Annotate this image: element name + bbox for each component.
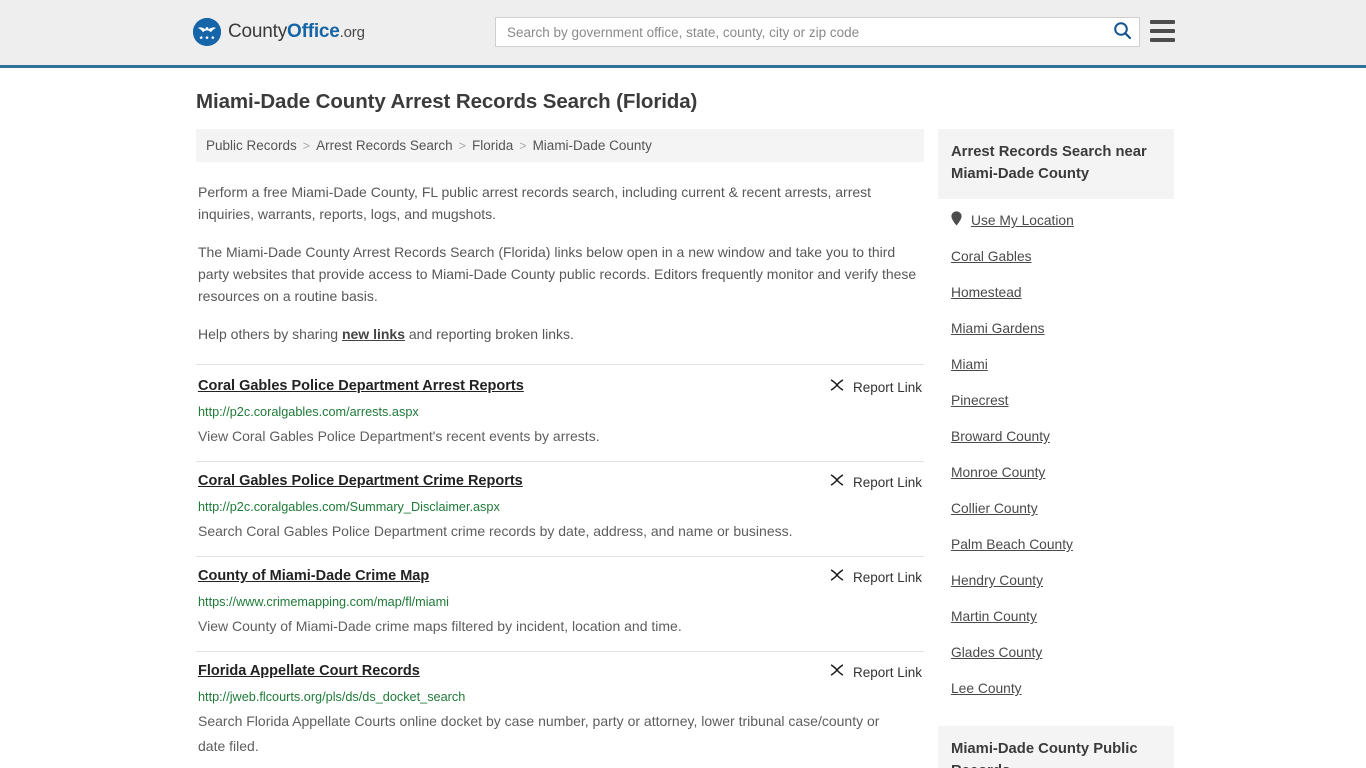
brand-part-org: .org — [339, 24, 365, 41]
sidebar-link-monroe-county[interactable]: Monroe County — [951, 463, 1045, 483]
map-pin-icon — [951, 211, 962, 231]
search-bar[interactable] — [495, 17, 1140, 47]
breadcrumb-item-florida[interactable]: Florida — [472, 138, 513, 153]
result-title-link[interactable]: Coral Gables Police Department Crime Rep… — [198, 471, 523, 491]
intro-section: Perform a free Miami-Dade County, FL pub… — [196, 181, 924, 345]
sidebar-link-collier-county[interactable]: Collier County — [951, 499, 1038, 519]
result-item: Florida Appellate Court Records Report L… — [196, 652, 924, 768]
hamburger-bar-1 — [1150, 20, 1175, 24]
breadcrumb-separator: > — [458, 138, 466, 153]
sidebar-link-glades-county[interactable]: Glades County — [951, 643, 1042, 663]
breadcrumb-separator: > — [519, 138, 527, 153]
site-logo-text: CountyOffice.org — [228, 21, 365, 43]
broken-link-icon — [829, 472, 845, 493]
intro-paragraph-1: Perform a free Miami-Dade County, FL pub… — [198, 184, 872, 222]
sidebar-link-row[interactable]: Miami Gardens — [951, 311, 1161, 347]
result-item: County of Miami-Dade Crime Map Report Li… — [196, 557, 924, 652]
search-button[interactable] — [1105, 18, 1139, 46]
sidebar-link-row[interactable]: Lee County — [951, 671, 1161, 707]
sidebar-link-miami-gardens[interactable]: Miami Gardens — [951, 319, 1045, 339]
site-header: CountyOffice.org — [0, 0, 1366, 68]
sidebar-link-row[interactable]: Collier County — [951, 491, 1161, 527]
sidebar-link-row[interactable]: Glades County — [951, 635, 1161, 671]
hamburger-menu-icon[interactable] — [1150, 20, 1175, 42]
sidebar-link-homestead[interactable]: Homestead — [951, 283, 1022, 303]
sidebar-link-row[interactable]: Hendry County — [951, 563, 1161, 599]
result-description: View Coral Gables Police Department's re… — [198, 428, 600, 444]
result-url[interactable]: http://p2c.coralgables.com/Summary_Discl… — [198, 499, 922, 516]
intro-p3-after: and reporting broken links. — [405, 326, 574, 342]
results-list: Coral Gables Police Department Arrest Re… — [196, 364, 924, 768]
page-title: Miami-Dade County Arrest Records Search … — [196, 90, 698, 113]
sidebar-link-lee-county[interactable]: Lee County — [951, 679, 1022, 699]
result-url[interactable]: https://www.crimemapping.com/map/fl/miam… — [198, 594, 922, 611]
result-description: Search Florida Appellate Courts online d… — [198, 713, 880, 754]
site-logo-link[interactable]: CountyOffice.org — [193, 18, 365, 46]
result-url[interactable]: http://p2c.coralgables.com/arrests.aspx — [198, 404, 922, 421]
result-item: Coral Gables Police Department Arrest Re… — [196, 364, 924, 462]
sidebar-nearby-heading: Arrest Records Search near Miami-Dade Co… — [938, 129, 1174, 199]
broken-link-icon — [829, 662, 845, 683]
sidebar-link-coral-gables[interactable]: Coral Gables — [951, 247, 1032, 267]
breadcrumb: Public Records > Arrest Records Search >… — [196, 129, 924, 162]
intro-paragraph-2: The Miami-Dade County Arrest Records Sea… — [198, 244, 917, 304]
result-url[interactable]: http://jweb.flcourts.org/pls/ds/ds_docke… — [198, 689, 922, 706]
sidebar-link-hendry-county[interactable]: Hendry County — [951, 571, 1043, 591]
main-content-column: Public Records > Arrest Records Search >… — [196, 129, 924, 768]
report-link-label: Report Link — [852, 570, 922, 585]
intro-p3-before: Help others by sharing — [198, 326, 342, 342]
sidebar-link-row[interactable]: Martin County — [951, 599, 1161, 635]
sidebar-link-row[interactable]: Palm Beach County — [951, 527, 1161, 563]
report-link-button[interactable]: Report Link — [829, 472, 922, 493]
sidebar-link-palm-beach-county[interactable]: Palm Beach County — [951, 535, 1073, 555]
breadcrumb-item-public-records[interactable]: Public Records — [206, 138, 297, 153]
sidebar-link-row[interactable]: Monroe County — [951, 455, 1161, 491]
sidebar-link-use-my-location[interactable]: Use My Location — [971, 211, 1074, 231]
report-link-button[interactable]: Report Link — [829, 567, 922, 588]
brand-part-county: County — [228, 21, 288, 42]
broken-link-icon — [829, 377, 845, 398]
result-item: Coral Gables Police Department Crime Rep… — [196, 462, 924, 557]
brand-part-office: Office — [287, 21, 340, 42]
sidebar-link-miami[interactable]: Miami — [951, 355, 988, 375]
report-link-button[interactable]: Report Link — [829, 377, 922, 398]
result-description: Search Coral Gables Police Department cr… — [198, 523, 793, 539]
result-title-link[interactable]: County of Miami-Dade Crime Map — [198, 566, 429, 586]
sidebar-link-row[interactable]: Miami — [951, 347, 1161, 383]
page-body: Miami-Dade County Arrest Records Search … — [0, 68, 1366, 768]
sidebar-link-row[interactable]: Homestead — [951, 275, 1161, 311]
hamburger-bar-3 — [1150, 38, 1175, 42]
sidebar: Arrest Records Search near Miami-Dade Co… — [938, 129, 1174, 768]
result-title-link[interactable]: Coral Gables Police Department Arrest Re… — [198, 376, 524, 396]
sidebar-link-row[interactable]: Pinecrest — [951, 383, 1161, 419]
new-links-link[interactable]: new links — [342, 326, 405, 342]
report-link-label: Report Link — [852, 665, 922, 680]
sidebar-public-records-heading: Miami-Dade County Public Records — [938, 726, 1174, 768]
result-title-link[interactable]: Florida Appellate Court Records — [198, 661, 420, 681]
report-link-label: Report Link — [852, 475, 922, 490]
sidebar-nearby-links: Use My Location Coral Gables Homestead M… — [938, 203, 1174, 707]
hamburger-bar-2 — [1150, 29, 1175, 33]
report-link-button[interactable]: Report Link — [829, 662, 922, 683]
sidebar-use-my-location-row[interactable]: Use My Location — [951, 203, 1161, 239]
sidebar-link-martin-county[interactable]: Martin County — [951, 607, 1037, 627]
sidebar-link-pinecrest[interactable]: Pinecrest — [951, 391, 1009, 411]
breadcrumb-item-miami-dade-county: Miami-Dade County — [532, 138, 652, 153]
search-input[interactable] — [496, 18, 1105, 46]
breadcrumb-separator: > — [302, 138, 311, 153]
eagle-shield-logo-icon — [193, 18, 221, 46]
result-description: View County of Miami-Dade crime maps fil… — [198, 618, 682, 634]
report-link-label: Report Link — [852, 380, 922, 395]
sidebar-link-row[interactable]: Broward County — [951, 419, 1161, 455]
breadcrumb-item-arrest-records-search[interactable]: Arrest Records Search — [316, 138, 453, 153]
sidebar-link-broward-county[interactable]: Broward County — [951, 427, 1050, 447]
intro-paragraph-3: Help others by sharing new links and rep… — [198, 323, 922, 345]
broken-link-icon — [829, 567, 845, 588]
sidebar-link-row[interactable]: Coral Gables — [951, 239, 1161, 275]
search-icon — [1113, 21, 1132, 43]
